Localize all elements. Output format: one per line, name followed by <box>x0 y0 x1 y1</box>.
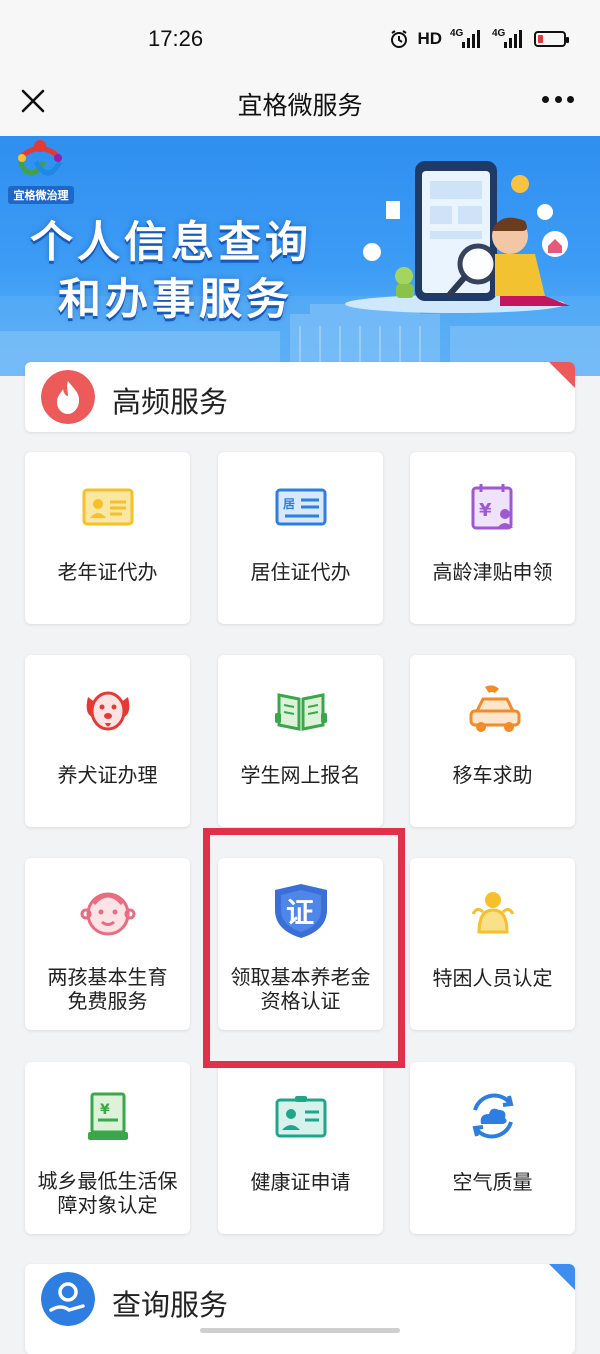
tile-label: 移车求助 <box>452 763 533 787</box>
tile-label-line2: 障对象认定 <box>57 1193 158 1217</box>
tile-label: 健康证申请 <box>250 1170 351 1194</box>
svg-text:¥: ¥ <box>100 1102 110 1118</box>
service-tile-move-car[interactable]: 移车求助 <box>410 655 575 827</box>
signal-icon: 4G <box>450 28 484 50</box>
signal-icon: 4G <box>492 28 526 50</box>
car-phone-icon <box>469 685 520 732</box>
section-title: 查询服务 <box>112 1288 229 1322</box>
tile-label: 老年证代办 <box>57 560 158 584</box>
tile-label: 特困人员认定 <box>432 966 553 990</box>
highlight-box <box>203 828 405 1068</box>
alarm-icon <box>391 30 408 48</box>
status-bar: 17:26 HD 4G 4G <box>0 0 600 70</box>
more-icon[interactable] <box>542 96 574 104</box>
service-tile-student-enroll[interactable]: 学生网上报名 <box>218 655 383 827</box>
service-tile-birth-service[interactable]: 两孩基本生育 免费服务 <box>25 858 190 1030</box>
hardship-person-icon <box>471 892 514 934</box>
user-hand-icon <box>41 1272 95 1326</box>
tile-label: 高龄津贴申领 <box>432 560 553 584</box>
tile-label-line1: 两孩基本生育 <box>47 965 168 989</box>
air-quality-icon <box>472 1093 513 1139</box>
residence-card-icon: 居 <box>275 488 326 526</box>
service-tile-dog-license[interactable]: 养犬证办理 <box>25 655 190 827</box>
health-card-icon <box>275 1096 326 1138</box>
section-title: 高频服务 <box>112 385 229 419</box>
svg-text:居: 居 <box>283 497 295 511</box>
elder-card-icon <box>82 488 133 526</box>
hd-label: HD <box>417 29 442 48</box>
tile-label: 空气质量 <box>452 1170 533 1194</box>
svg-text:¥: ¥ <box>479 500 492 521</box>
nav-bar: 宜格微服务 <box>0 70 600 136</box>
baby-icon <box>80 892 135 936</box>
service-tile-minimum-living[interactable]: ¥ 城乡最低生活保 障对象认定 <box>25 1062 190 1234</box>
service-tile-elder-card[interactable]: 老年证代办 <box>25 452 190 624</box>
tile-label-line2: 免费服务 <box>67 989 148 1013</box>
service-tile-allowance[interactable]: ¥ 高龄津贴申领 <box>410 452 575 624</box>
banner-logo-text: 宜格微治理 <box>8 186 74 204</box>
status-time: 17:26 <box>148 26 204 51</box>
tile-label-line1: 城乡最低生活保 <box>37 1169 178 1193</box>
service-tile-residence-card[interactable]: 居 居住证代办 <box>218 452 383 624</box>
tile-label: 学生网上报名 <box>240 763 361 787</box>
document-stamp-icon: ¥ <box>87 1092 128 1140</box>
home-indicator <box>200 1328 400 1333</box>
service-tile-hardship[interactable]: 特困人员认定 <box>410 858 575 1030</box>
status-icons: HD 4G 4G <box>389 27 569 51</box>
section-high-frequency: 高频服务 <box>25 362 575 432</box>
book-icon <box>274 693 327 731</box>
dog-icon <box>86 691 129 731</box>
banner-headline: 个人信息查询 <box>30 218 312 268</box>
banner-subheadline: 和办事服务 <box>58 275 293 325</box>
section-query: 查询服务 <box>25 1264 575 1354</box>
page-title: 宜格微服务 <box>237 91 363 120</box>
fire-icon <box>41 370 95 424</box>
tile-label: 居住证代办 <box>250 560 351 584</box>
service-tile-air-quality[interactable]: 空气质量 <box>410 1062 575 1234</box>
tile-label: 养犬证办理 <box>57 763 158 787</box>
battery-icon <box>534 31 569 47</box>
service-tile-health-card[interactable]: 健康证申请 <box>218 1062 383 1234</box>
allowance-icon: ¥ <box>471 484 513 530</box>
